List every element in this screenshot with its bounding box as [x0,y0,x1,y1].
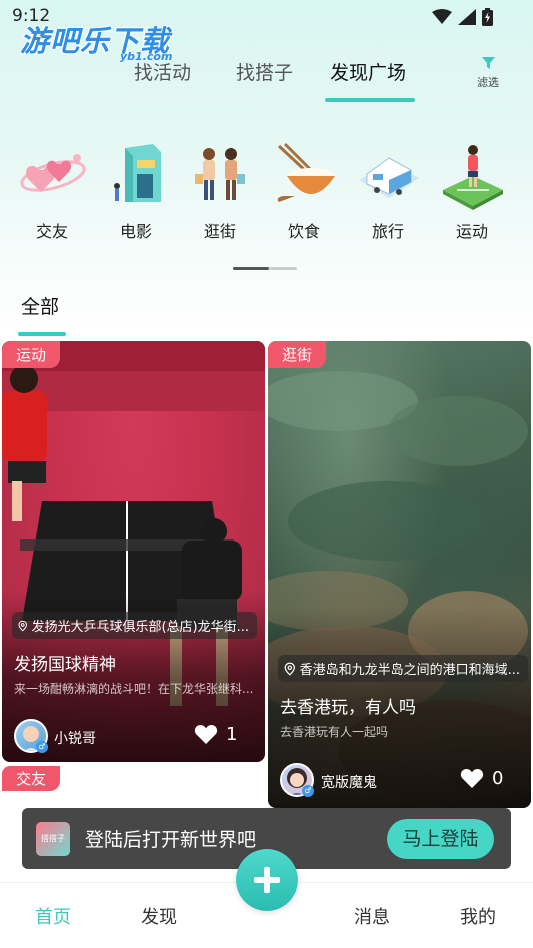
male-gender-icon: ♂ [302,785,314,797]
like-button[interactable]: 1 [194,724,237,745]
card-description: 来一场酣畅淋漓的战斗吧！在下龙华张继科... [14,682,254,696]
tab-discover-square[interactable]: 发现广场 [330,58,406,85]
sports-icon [443,145,503,210]
location-pin-icon [18,620,27,631]
shopping-icon [195,148,245,200]
male-gender-icon: ♂ [36,741,48,753]
category-friends[interactable]: 交友 [12,140,92,242]
nav-home[interactable]: 首页 [35,903,71,929]
section-active-indicator [18,332,66,336]
card-description: 去香港玩有人一起吗 [280,725,389,739]
hearts-icon [20,154,86,192]
nav-discover[interactable]: 发现 [141,903,177,929]
user-name[interactable]: 宽版魔鬼 [321,772,377,792]
location-pill: 香港岛和九龙半岛之间的港口和海域... [278,655,528,682]
category-label: 交友 [35,222,68,241]
category-label: 电影 [119,222,152,241]
tab-active-indicator [325,98,415,102]
category-scroll-track [269,267,297,270]
heart-icon [460,769,484,788]
location-text: 发扬光大乒乓球俱乐部(总店)龙华街... [31,620,249,635]
login-prompt-text: 登陆后打开新世界吧 [85,829,257,851]
food-bowl-icon [277,142,335,202]
signal-icon [458,9,476,25]
category-shopping[interactable]: 逛街 [180,140,260,242]
like-count: 0 [492,768,504,789]
like-button[interactable]: 0 [460,768,503,789]
card-tag: 逛街 [268,341,327,368]
wifi-icon [432,9,452,24]
travel-camper-icon [359,157,419,198]
user-name[interactable]: 小锐哥 [54,728,96,748]
category-food[interactable]: 饮食 [264,140,344,242]
location-pill: 发扬光大乒乓球俱乐部(总店)龙华街... [12,612,257,639]
category-label: 旅行 [371,222,404,241]
location-pin-icon [284,662,295,676]
card-title: 去香港玩，有人吗 [280,698,416,718]
category-sports[interactable]: 运动 [432,140,512,242]
category-movie[interactable]: 电影 [96,140,176,242]
category-scroll-indicator [233,267,269,270]
tab-find-activity[interactable]: 找活动 [134,58,191,85]
filter-button[interactable]: 滤选 [470,54,506,90]
card-tag: 运动 [2,341,61,368]
category-label: 逛街 [203,222,236,241]
nav-profile[interactable]: 我的 [460,903,496,929]
like-count: 1 [226,724,238,745]
category-travel[interactable]: 旅行 [348,140,428,242]
cinema-icon [114,144,161,202]
filter-label: 滤选 [477,76,499,89]
heart-icon [194,725,218,744]
next-card-tag[interactable]: 交友 [2,766,61,791]
add-post-button[interactable] [236,849,298,911]
post-card[interactable]: 逛街 香港岛和九龙半岛之间的港口和海域... 去香港玩，有人吗 去香港玩有人一起… [268,341,531,808]
funnel-icon [481,57,495,69]
category-label: 饮食 [287,222,320,241]
location-text: 香港岛和九龙半岛之间的港口和海域... [299,663,520,678]
app-logo: 搭搭子 [36,822,70,856]
category-label: 运动 [455,222,488,241]
nav-messages[interactable]: 消息 [354,903,390,929]
section-all-tab[interactable]: 全部 [21,292,59,319]
tab-find-partner[interactable]: 找搭子 [236,58,293,85]
login-now-button[interactable]: 马上登陆 [387,819,494,859]
battery-icon [482,8,493,26]
post-card[interactable]: 运动 发扬光大乒乓球俱乐部(总店)龙华街... 发扬国球精神 来一场酣畅淋漓的战… [2,341,265,762]
status-icons [432,8,493,26]
card-title: 发扬国球精神 [14,655,116,675]
